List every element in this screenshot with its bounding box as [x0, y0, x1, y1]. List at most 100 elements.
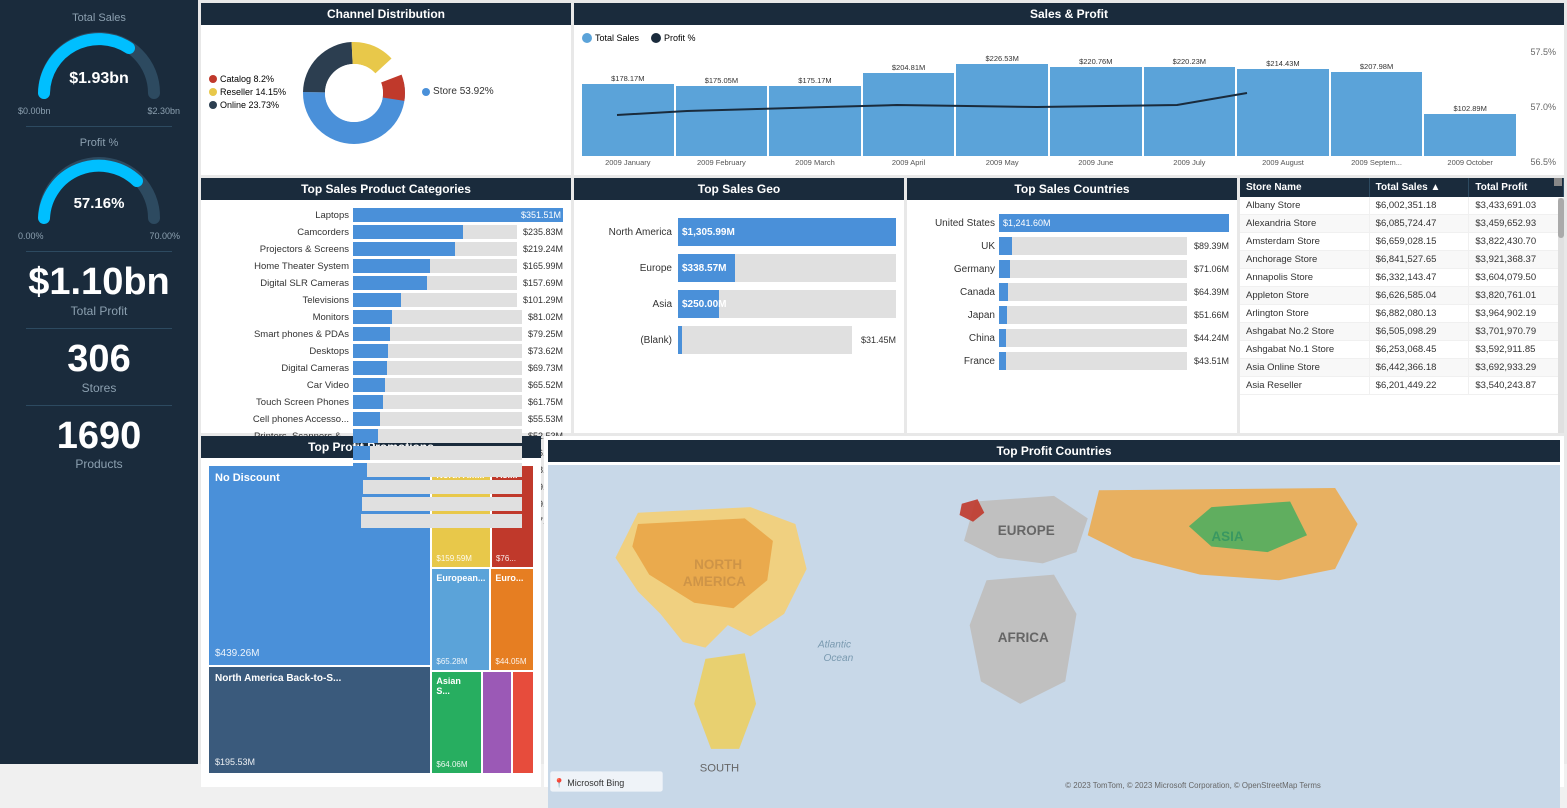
- products-value: 1690: [8, 416, 190, 458]
- mid-row: Top Sales Product Categories Laptops $35…: [201, 178, 1564, 433]
- geo-northamerica: North America $1,305.99M: [582, 218, 896, 246]
- top-countries-panel: Top Sales Countries United States $1,241…: [907, 178, 1237, 433]
- top-geo-panel: Top Sales Geo North America $1,305.99M E…: [574, 178, 904, 433]
- cat-carvideo: Car Video $65.52M: [209, 378, 563, 392]
- top-profit-countries-panel: Top Profit Countries NORTH AMERICA SOUTH: [544, 436, 1564, 787]
- countries-list: United States $1,241.60M UK $89.39M: [915, 208, 1229, 370]
- table-row: Amsterdam Store $6,659,028.15 $3,822,430…: [1240, 233, 1564, 251]
- sp-col-feb: $175.05M 2009 February: [676, 76, 768, 167]
- stores-label: Stores: [8, 381, 190, 395]
- divider-1: [26, 126, 172, 127]
- treemap-container: No Discount $439.26M North America Back-…: [209, 466, 533, 773]
- geo-europe: Europe $338.57M: [582, 254, 896, 282]
- sp-col-apr: $204.81M 2009 April: [863, 63, 955, 167]
- sort-indicator: [1554, 178, 1562, 186]
- svg-text:© 2023 TomTom, © 2023 Microsof: © 2023 TomTom, © 2023 Microsoft Corporat…: [1065, 781, 1321, 790]
- stores-section: 306 Stores: [8, 339, 190, 395]
- scrollbar-thumb[interactable]: [1558, 198, 1564, 238]
- treemap-right-bot: Asian S... $64.06M: [432, 672, 533, 773]
- main-content: Channel Distribution Catalog 8.2% Resell…: [198, 0, 1567, 764]
- catalog-dot: [209, 75, 217, 83]
- treemap-european: European... $65.28M: [432, 569, 489, 670]
- table-row: Annapolis Store $6,332,143.47 $3,604,079…: [1240, 269, 1564, 287]
- divider-2: [26, 251, 172, 252]
- table-row: Appleton Store $6,626,585.04 $3,820,761.…: [1240, 287, 1564, 305]
- sp-col-sep: $207.98M 2009 Septem...: [1331, 62, 1423, 167]
- reseller-dot: [209, 88, 217, 96]
- sp-col-mar: $175.17M 2009 March: [769, 76, 861, 167]
- top-geo-title: Top Sales Geo: [574, 178, 904, 200]
- total-sales-gauge: $1.93bn: [29, 28, 169, 103]
- profit-pct-range: 0.00% 70.00%: [8, 231, 190, 241]
- total-sales-dot: [582, 33, 592, 43]
- legend-reseller: Reseller 14.15%: [209, 87, 286, 97]
- sidebar: Total Sales $1.93bn $0.00bn $2.30bn Prof…: [0, 0, 198, 764]
- cty-japan: Japan $51.66M: [915, 306, 1229, 324]
- treemap-euro: Euro... $44.05M: [491, 569, 533, 670]
- products-section: 1690 Products: [8, 416, 190, 472]
- svg-text:Atlantic: Atlantic: [817, 640, 851, 651]
- store-table-inner: Store Name Total Sales ▲ Total Profit Al…: [1240, 178, 1564, 395]
- treemap-right: North Am... $159.59M Asi... $76... Europ…: [432, 466, 533, 773]
- top-profit-countries-title: Top Profit Countries: [548, 440, 1560, 462]
- sp-col-oct: $102.89M 2009 October: [1424, 104, 1516, 167]
- cat-touchscreen: Touch Screen Phones $61.75M: [209, 395, 563, 409]
- sp-bars: $178.17M 2009 January $175.05M 2009 Febr…: [582, 47, 1556, 167]
- col-store-name: Store Name: [1240, 178, 1369, 197]
- online-dot: [209, 101, 217, 109]
- sp-col-jun: $220.76M 2009 June: [1050, 57, 1142, 167]
- donut-area: Catalog 8.2% Reseller 14.15% Online 23.7…: [209, 33, 563, 153]
- svg-text:57.16%: 57.16%: [74, 195, 125, 212]
- table-row: Albany Store $6,002,351.18 $3,433,691.03: [1240, 197, 1564, 215]
- svg-text:📍 Microsoft Bing: 📍 Microsoft Bing: [554, 777, 625, 788]
- treemap-left: No Discount $439.26M North America Back-…: [209, 466, 430, 773]
- cat-smartphones: Smart phones & PDAs $79.25M: [209, 327, 563, 341]
- sp-col-may: $226.53M 2009 May: [956, 54, 1048, 167]
- cty-germany: Germany $71.06M: [915, 260, 1229, 278]
- cty-china: China $44.24M: [915, 329, 1229, 347]
- cat-hometheater: Home Theater System $165.99M: [209, 259, 563, 273]
- svg-text:Ocean: Ocean: [823, 653, 853, 664]
- total-sales-range: $0.00bn $2.30bn: [8, 106, 190, 116]
- sp-chart-container: $178.17M 2009 January $175.05M 2009 Febr…: [582, 47, 1556, 167]
- treemap-asians: Asian S... $64.06M: [432, 672, 480, 773]
- col-total-sales: Total Sales ▲: [1369, 178, 1469, 197]
- cat-monitors: Monitors $81.02M: [209, 310, 563, 324]
- cat-projectors: Projectors & Screens $219.24M: [209, 242, 563, 256]
- cat-desktops: Desktops $73.62M: [209, 344, 563, 358]
- legend-online: Online 23.73%: [209, 100, 286, 110]
- total-profit-value: $1.10bn: [8, 262, 190, 304]
- table-row: Arlington Store $6,882,080.13 $3,964,902…: [1240, 305, 1564, 323]
- geo-blank: (Blank) $31.45M: [582, 326, 896, 354]
- profit-pct-dot: [651, 33, 661, 43]
- treemap-northamerica-back: North America Back-to-S... $195.53M: [209, 667, 430, 773]
- store-legend: Store 53.92%: [422, 86, 494, 100]
- profit-pct-label: Profit %: [8, 137, 190, 149]
- table-row: Asia Reseller $6,201,449.22 $3,540,243.8…: [1240, 377, 1564, 395]
- treemap-purple: [483, 672, 511, 773]
- store-dot: [422, 88, 430, 96]
- top-categories-panel: Top Sales Product Categories Laptops $35…: [201, 178, 571, 433]
- scrollbar-track[interactable]: [1558, 198, 1564, 433]
- sp-legend: Total Sales Profit %: [582, 33, 1556, 43]
- legend-total-sales: Total Sales: [582, 33, 639, 43]
- sp-col-aug: $214.43M 2009 August: [1237, 59, 1329, 167]
- geo-list: North America $1,305.99M Europe $338.57M: [582, 208, 896, 354]
- treemap-right-mid: European... $65.28M Euro... $44.05M: [432, 569, 533, 670]
- products-label: Products: [8, 457, 190, 471]
- donut-legend: Catalog 8.2% Reseller 14.15% Online 23.7…: [209, 74, 286, 113]
- sales-profit-panel: Sales & Profit Total Sales Profit %: [574, 3, 1564, 175]
- total-sales-section: Total Sales $1.93bn $0.00bn $2.30bn: [8, 12, 190, 116]
- cat-laptops: Laptops $351.51M: [209, 208, 563, 222]
- treemap-no-discount: No Discount $439.26M: [209, 466, 430, 665]
- store-data-table: Store Name Total Sales ▲ Total Profit Al…: [1240, 178, 1564, 395]
- treemap-red: [513, 672, 533, 773]
- world-map: NORTH AMERICA SOUTH EUROPE AFRICA: [548, 465, 1560, 808]
- right-axis: 57.5% 57.0% 56.5%: [1530, 47, 1556, 167]
- top-countries-title: Top Sales Countries: [907, 178, 1237, 200]
- table-row: Ashgabat No.1 Store $6,253,068.45 $3,592…: [1240, 341, 1564, 359]
- cty-canada: Canada $64.39M: [915, 283, 1229, 301]
- cty-france: France $43.51M: [915, 352, 1229, 370]
- divider-4: [26, 405, 172, 406]
- store-table-panel: Store Name Total Sales ▲ Total Profit Al…: [1240, 178, 1564, 433]
